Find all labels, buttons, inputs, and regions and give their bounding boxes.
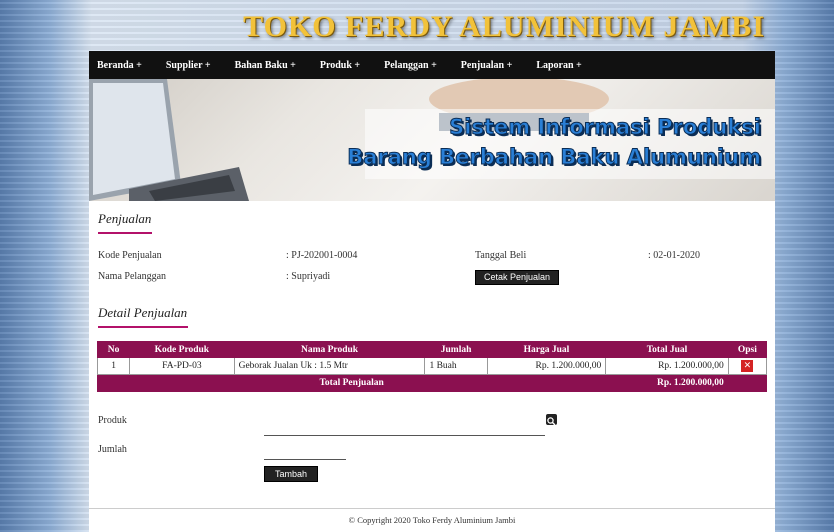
detail-section-title: Detail Penjualan: [98, 305, 188, 328]
jumlah-label: Jumlah: [98, 444, 127, 455]
cell-no: 1: [96, 357, 131, 375]
footer: © Copyright 2020 Toko Ferdy Aluminium Ja…: [89, 508, 775, 532]
table-header-row: No Kode Produk Nama Produk Jumlah Harga …: [96, 341, 768, 358]
tanggal-beli-value: : 02-01-2020: [648, 250, 700, 261]
nama-pelanggan-label: Nama Pelanggan: [98, 271, 167, 282]
site-title: TOKO FERDY ALUMINIUM JAMBI: [243, 10, 765, 43]
header-banner: Sistem Informasi Produksi Barang Berbaha…: [89, 79, 775, 201]
nav-item-laporan[interactable]: Laporan +: [536, 60, 581, 71]
kode-penjualan-value: : PJ-202001-0004: [286, 250, 358, 261]
search-icon[interactable]: [546, 414, 557, 426]
col-header-nama-produk: Nama Produk: [233, 341, 426, 358]
title-underline: [98, 326, 188, 328]
nav-item-pelanggan[interactable]: Pelanggan +: [384, 60, 437, 71]
col-header-no: No: [96, 341, 131, 358]
page: TOKO FERDY ALUMINIUM JAMBI Beranda + Sup…: [89, 0, 775, 532]
cell-harga-jual: Rp. 1.200.000,00: [486, 357, 607, 375]
detail-penjualan-table: No Kode Produk Nama Produk Jumlah Harga …: [96, 341, 768, 392]
cell-kode-produk: FA-PD-03: [129, 357, 235, 375]
col-header-opsi: Opsi: [727, 341, 768, 358]
nav-item-supplier[interactable]: Supplier +: [166, 60, 211, 71]
produk-input[interactable]: [264, 435, 545, 436]
tambah-button[interactable]: Tambah: [264, 466, 319, 482]
total-row: Total Penjualan Rp. 1.200.000,00: [96, 374, 768, 392]
total-label: Total Penjualan: [96, 374, 607, 392]
cell-jumlah: 1 Buah: [424, 357, 488, 375]
nav-item-beranda[interactable]: Beranda +: [97, 60, 142, 71]
search-glyph: [547, 417, 556, 426]
col-header-total-jual: Total Jual: [605, 341, 729, 358]
cell-nama-produk: Geborak Jualan Uk : 1.5 Mtr: [233, 357, 426, 375]
banner-line-2: Barang Berbahan Baku Alumunium: [347, 145, 762, 170]
penjualan-section-title: Penjualan: [98, 211, 152, 234]
table-row: 1 FA-PD-03 Geborak Jualan Uk : 1.5 Mtr 1…: [96, 357, 768, 375]
nav-item-produk[interactable]: Produk +: [320, 60, 360, 71]
col-header-kode-produk: Kode Produk: [129, 341, 235, 358]
nama-pelanggan-value: : Supriyadi: [286, 271, 331, 282]
main-navbar: Beranda + Supplier + Bahan Baku + Produk…: [89, 51, 775, 79]
delete-icon[interactable]: ✕: [741, 360, 754, 372]
main-content: Penjualan Kode Penjualan : PJ-202001-000…: [89, 201, 775, 508]
col-header-jumlah: Jumlah: [424, 341, 488, 358]
nav-item-penjualan[interactable]: Penjualan +: [461, 60, 513, 71]
tanggal-beli-label: Tanggal Beli: [475, 250, 527, 261]
cell-opsi: ✕: [727, 357, 768, 375]
laptop-illustration: [89, 79, 249, 201]
col-header-harga-jual: Harga Jual: [486, 341, 607, 358]
cetak-penjualan-button[interactable]: Cetak Penjualan: [475, 270, 560, 285]
total-value: Rp. 1.200.000,00: [605, 374, 729, 392]
title-underline: [98, 232, 152, 234]
banner-line-1: Sistem Informasi Produksi: [449, 115, 762, 140]
total-empty-cell: [727, 374, 768, 392]
jumlah-input[interactable]: [264, 459, 346, 460]
cell-total-jual: Rp. 1.200.000,00: [605, 357, 729, 375]
nav-item-bahan-baku[interactable]: Bahan Baku +: [235, 60, 296, 71]
kode-penjualan-label: Kode Penjualan: [98, 250, 162, 261]
produk-label: Produk: [98, 415, 127, 426]
